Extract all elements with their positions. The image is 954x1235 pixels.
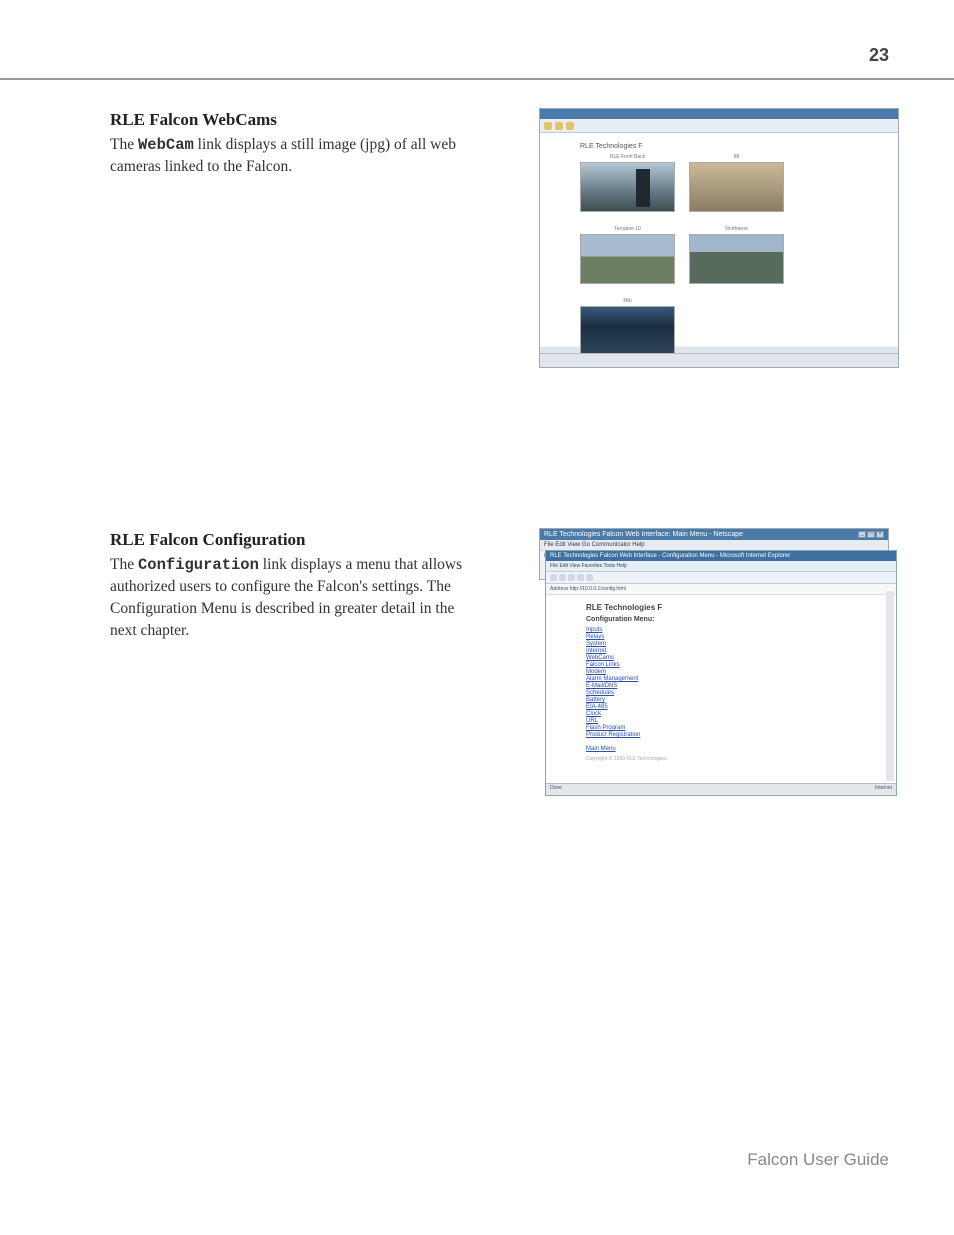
footer-text: Falcon User Guide [747,1150,889,1170]
section-webcams-title: RLE Falcon WebCams [110,108,465,132]
section-configuration-text: RLE Falcon Configuration The Configurati… [110,528,465,642]
config-link: EIA-485 [586,704,856,710]
home-icon [586,574,593,581]
status-bar: Done Internet [546,783,896,795]
section-configuration: RLE Falcon Configuration The Configurati… [110,528,899,798]
status-text [544,356,545,365]
section-webcams: RLE Falcon WebCams The WebCam link displ… [110,108,899,368]
status-left: Done [550,785,562,794]
config-link: Internet [586,648,856,654]
webcam-cell: IM [689,154,784,212]
configuration-term: Configuration [138,556,259,574]
page-body: RLE Technologies F Configuration Menu: I… [546,595,896,770]
config-link: Modem [586,669,856,675]
address-text [577,123,578,129]
status-right: Internet [875,785,892,794]
section-webcams-text: RLE Falcon WebCams The WebCam link displ… [110,108,465,178]
webcam-label: IM [734,154,740,160]
forward-icon [559,574,566,581]
webcam-cell: RLE Front Back [580,154,675,212]
webcam-label: Northwest [725,226,748,232]
webcam-image [689,162,784,212]
status-bar [540,353,898,367]
config-link: Alarm Management [586,676,856,682]
main-content: RLE Falcon WebCams The WebCam link displ… [110,108,899,798]
page-body: RLE Technologies F RLE Front Back IM Ter… [540,133,898,378]
toolbar-icon [555,122,563,130]
webcams-screenshot: RLE Technologies F RLE Front Back IM Ter… [539,108,899,368]
webcam-grid: RLE Front Back IM Terrabee 10 North [580,154,858,356]
back-icon [550,574,557,581]
minimize-icon: _ [858,531,866,538]
config-link: URL [586,718,856,724]
section-webcams-image: RLE Technologies F RLE Front Back IM Ter… [483,108,899,368]
header-rule [0,78,954,80]
webcam-label: Terrabee 10 [614,226,641,232]
menu-bar: File Edit View Go Communicator Help [540,540,888,550]
text: The [110,556,138,573]
stop-icon [568,574,575,581]
toolbar-icon [544,122,552,130]
config-link: Flash Program [586,725,856,731]
webcam-cell: Mtn [580,298,675,356]
text: The [110,136,138,153]
webcam-image [689,234,784,284]
config-link: Falcon Links [586,662,856,668]
refresh-icon [577,574,584,581]
copyright-text: Copyright © 1999 RLE Technologies [586,756,856,762]
page-heading: RLE Technologies F [586,603,856,612]
main-menu-link: Main Menu [586,746,856,752]
page-number: 23 [869,45,889,66]
page-heading: RLE Technologies F [580,143,858,150]
section-configuration-title: RLE Falcon Configuration [110,528,465,552]
webcam-term: WebCam [138,136,194,154]
config-link: E-Mail/DNS [586,683,856,689]
window-controls: _□× [858,531,884,538]
config-link: Battery [586,697,856,703]
config-link: Clock [586,711,856,717]
config-link: Schedules [586,690,856,696]
webcam-label: Mtn [623,298,631,304]
config-menu-list: Inputs Relays System Internet WebCams Fa… [586,627,856,738]
address-bar: Address http://10.0.0.1/config.html [546,584,896,595]
config-link: Product Registration [586,732,856,738]
browser-toolbar [546,572,896,584]
webcam-image [580,306,675,356]
window-titlebar: RLE Technologies Falcon Web Interface - … [546,551,896,561]
maximize-icon: □ [867,531,875,538]
webcam-image [580,234,675,284]
window-titlebar [540,109,898,119]
webcam-cell: Northwest [689,226,784,284]
webcam-image [580,162,675,212]
webcam-cell: Terrabee 10 [580,226,675,284]
config-link: WebCams [586,655,856,661]
toolbar-icon [566,122,574,130]
foreground-window: RLE Technologies Falcon Web Interface - … [545,550,897,796]
config-link: System [586,641,856,647]
webcam-label: RLE Front Back [610,154,645,160]
config-link: Inputs [586,627,856,633]
configuration-screenshot: RLE Technologies Falcon Web Interface: M… [539,528,899,798]
section-configuration-image: RLE Technologies Falcon Web Interface: M… [483,528,899,798]
window-titlebar: RLE Technologies Falcon Web Interface: M… [540,529,888,540]
menu-bar: File Edit View Favorites Tools Help [546,561,896,572]
config-menu-heading: Configuration Menu: [586,616,856,623]
config-link: Relays [586,634,856,640]
scrollbar [886,591,894,781]
title-text: RLE Technologies Falcon Web Interface: M… [544,531,743,538]
browser-toolbar [540,119,898,133]
close-icon: × [876,531,884,538]
